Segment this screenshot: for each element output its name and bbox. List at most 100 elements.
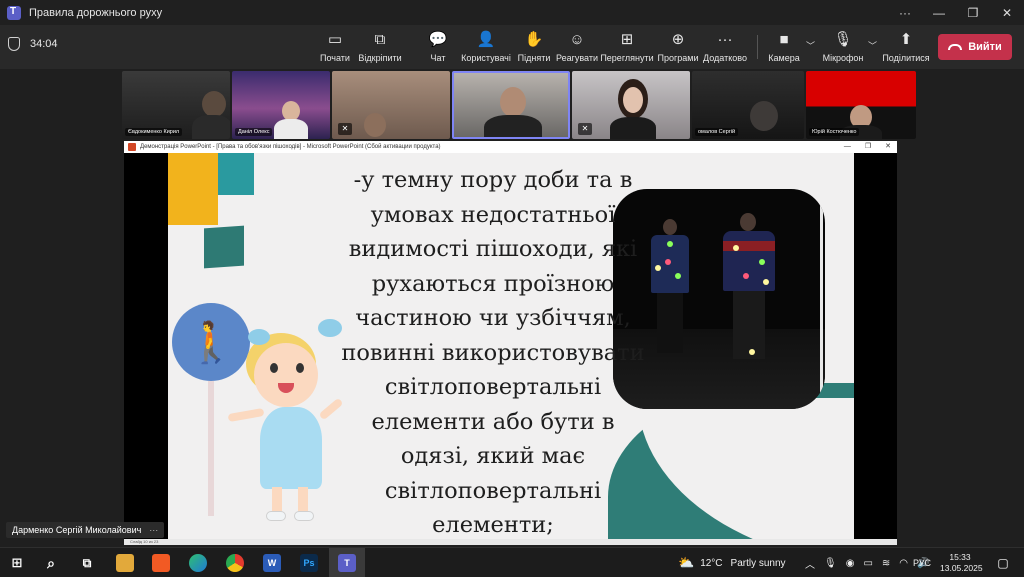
person-head: [663, 219, 677, 235]
reflector-icon: [749, 349, 755, 355]
participant-body: [192, 115, 230, 139]
maximize-icon[interactable]: ❐: [956, 0, 990, 25]
slide-text-line: видимості пішоходи, які: [348, 236, 638, 262]
slide-text-line: повинні використовувати: [341, 339, 645, 366]
share-icon: ⬆: [899, 31, 913, 48]
slide-text-line: елементи або бути в: [371, 408, 615, 435]
reflector-icon: [667, 241, 673, 247]
person-head: [740, 213, 756, 231]
participant-tile[interactable]: омалов Сергій: [692, 71, 804, 139]
minimize-icon: —: [843, 143, 851, 150]
participant-tile[interactable]: ✕: [332, 71, 450, 139]
mic-off-icon: ✕: [578, 123, 592, 135]
network-icon[interactable]: ≋: [882, 558, 890, 569]
yellow-shape: [168, 153, 218, 225]
weather-icon: ⛅: [678, 555, 695, 570]
taskbar-clock[interactable]: 15:33 13.05.2025: [940, 552, 983, 574]
slide-text-line: -у темну пору доби та в: [353, 167, 633, 193]
react-icon: ☺: [569, 30, 585, 48]
pop-out-button[interactable]: ⧉ Відкріпити: [352, 30, 408, 64]
participant-strip: Євдокименко Кирил Даніл Олекс ✕ ✕ омалов…: [0, 69, 1024, 141]
battery-icon[interactable]: ▭: [863, 558, 872, 569]
sign-pole: [208, 381, 214, 516]
girl-dress: [260, 407, 322, 489]
camera-icon[interactable]: ◉: [846, 558, 855, 569]
powerpoint-status-bar: Слайд 10 из 23: [124, 539, 897, 545]
window-controls: ··· — ❐ ✕: [888, 0, 1024, 25]
leave-label: Вийти: [968, 41, 1002, 53]
view-icon: ⊞: [620, 31, 634, 48]
more-icon[interactable]: ···: [888, 0, 922, 25]
presenter-name: Дарменко Сергій Миколайович: [12, 525, 142, 535]
participant-name: Євдокименко Кирил: [125, 128, 183, 136]
windows-start-icon[interactable]: ⊞: [8, 554, 26, 572]
system-tray: ︿ 🎙 ◉ ▭ ≋ ◠ 🔊: [805, 548, 929, 577]
more-options-button[interactable]: ··· Додатково: [697, 30, 753, 64]
mic-off-icon: 🎙: [833, 31, 853, 48]
chrome-browser-icon[interactable]: [226, 554, 244, 572]
camera-button[interactable]: ■ Камера: [756, 30, 812, 64]
minimize-icon[interactable]: —: [922, 0, 956, 25]
microphone-button[interactable]: 🎙 Мікрофон: [815, 30, 871, 63]
participant-head: [500, 87, 526, 117]
view-button[interactable]: ⊞ Переглянути: [599, 30, 655, 63]
search-icon[interactable]: ⌕: [42, 554, 60, 572]
close-icon: ✕: [885, 143, 891, 150]
weather-widget[interactable]: ⛅ 12°C Partly sunny: [678, 548, 786, 577]
slide-text-line: світлоповертальні: [384, 477, 602, 504]
file-explorer-icon[interactable]: [116, 554, 134, 572]
slide-text-line: рухаються проїзною: [371, 270, 615, 297]
react-button[interactable]: ☺ Реагувати: [549, 30, 605, 64]
photo-frame-edge: [820, 205, 823, 395]
notifications-icon[interactable]: ▢: [994, 554, 1012, 572]
chevron-up-icon[interactable]: ︿: [805, 556, 815, 571]
share-button[interactable]: ⬆ Поділитися: [878, 30, 934, 63]
teams-app-icon: [7, 5, 21, 20]
photoshop-icon[interactable]: Ps: [300, 554, 318, 572]
person-legs: [657, 293, 683, 353]
participant-body: [274, 119, 308, 139]
participant-head: [364, 113, 386, 137]
reflector-icon: [733, 245, 739, 251]
girl-eye: [270, 363, 278, 373]
language-indicator[interactable]: РУС: [913, 548, 931, 577]
close-icon[interactable]: ✕: [990, 0, 1024, 25]
participant-name: омалов Сергій: [695, 128, 739, 136]
participant-tile-speaking[interactable]: [452, 71, 570, 139]
slide-text-line: одязі, який має: [400, 443, 586, 469]
weather-temp: 12°C: [700, 557, 723, 569]
leave-button[interactable]: Вийти: [938, 34, 1012, 60]
participant-head: [750, 101, 778, 131]
raise-hand-icon: ✋: [524, 31, 544, 48]
language-label: РУС: [913, 558, 932, 568]
participant-tile[interactable]: Євдокименко Кирил: [122, 71, 230, 139]
microphone-icon[interactable]: 🎙: [824, 558, 837, 569]
participant-tile[interactable]: Даніл Олекс: [232, 71, 330, 139]
teal-shape: [218, 153, 254, 195]
girl-bow: [248, 329, 270, 345]
camera-options-chevron-icon[interactable]: ﹀: [806, 39, 815, 52]
timer-text: 34:04: [30, 38, 58, 50]
slide-text-line: умовах недостатньої: [370, 201, 616, 228]
participant-head: [623, 87, 643, 113]
chat-icon: 💬: [428, 31, 448, 48]
mic-options-chevron-icon[interactable]: ﹀: [868, 39, 877, 52]
word-icon[interactable]: W: [263, 554, 281, 572]
slide-text-line: світлоповертальні: [384, 374, 602, 400]
edge-browser-icon[interactable]: [189, 554, 207, 572]
meeting-toolbar: 34:04 ▭ Почати ⧉ Відкріпити 💬 Чат 👤 Кори…: [0, 25, 1024, 69]
clock-time: 15:33: [949, 552, 971, 562]
wifi-icon[interactable]: ◠: [899, 558, 908, 569]
teams-icon[interactable]: T: [338, 554, 356, 572]
windows-taskbar: ⊞ ⌕ ⧉ W Ps T ⛅ 12°C Partly sunny ︿ 🎙 ◉ ▭…: [0, 547, 1024, 577]
powerpoint-icon: [128, 143, 136, 151]
powerpoint-titlebar: Демонстрація PowerPoint - [Права та обов…: [124, 141, 897, 153]
participant-tile[interactable]: Юрій Костюченко: [806, 71, 916, 139]
more-icon[interactable]: ···: [149, 525, 158, 535]
phone-hangup-icon: [948, 44, 963, 50]
presenter-label[interactable]: Дарменко Сергій Миколайович ···: [6, 522, 165, 538]
brave-browser-icon[interactable]: [152, 554, 170, 572]
participant-tile[interactable]: ✕: [572, 71, 690, 139]
person-jacket-stripe: [723, 241, 775, 251]
task-view-icon[interactable]: ⧉: [78, 554, 96, 572]
